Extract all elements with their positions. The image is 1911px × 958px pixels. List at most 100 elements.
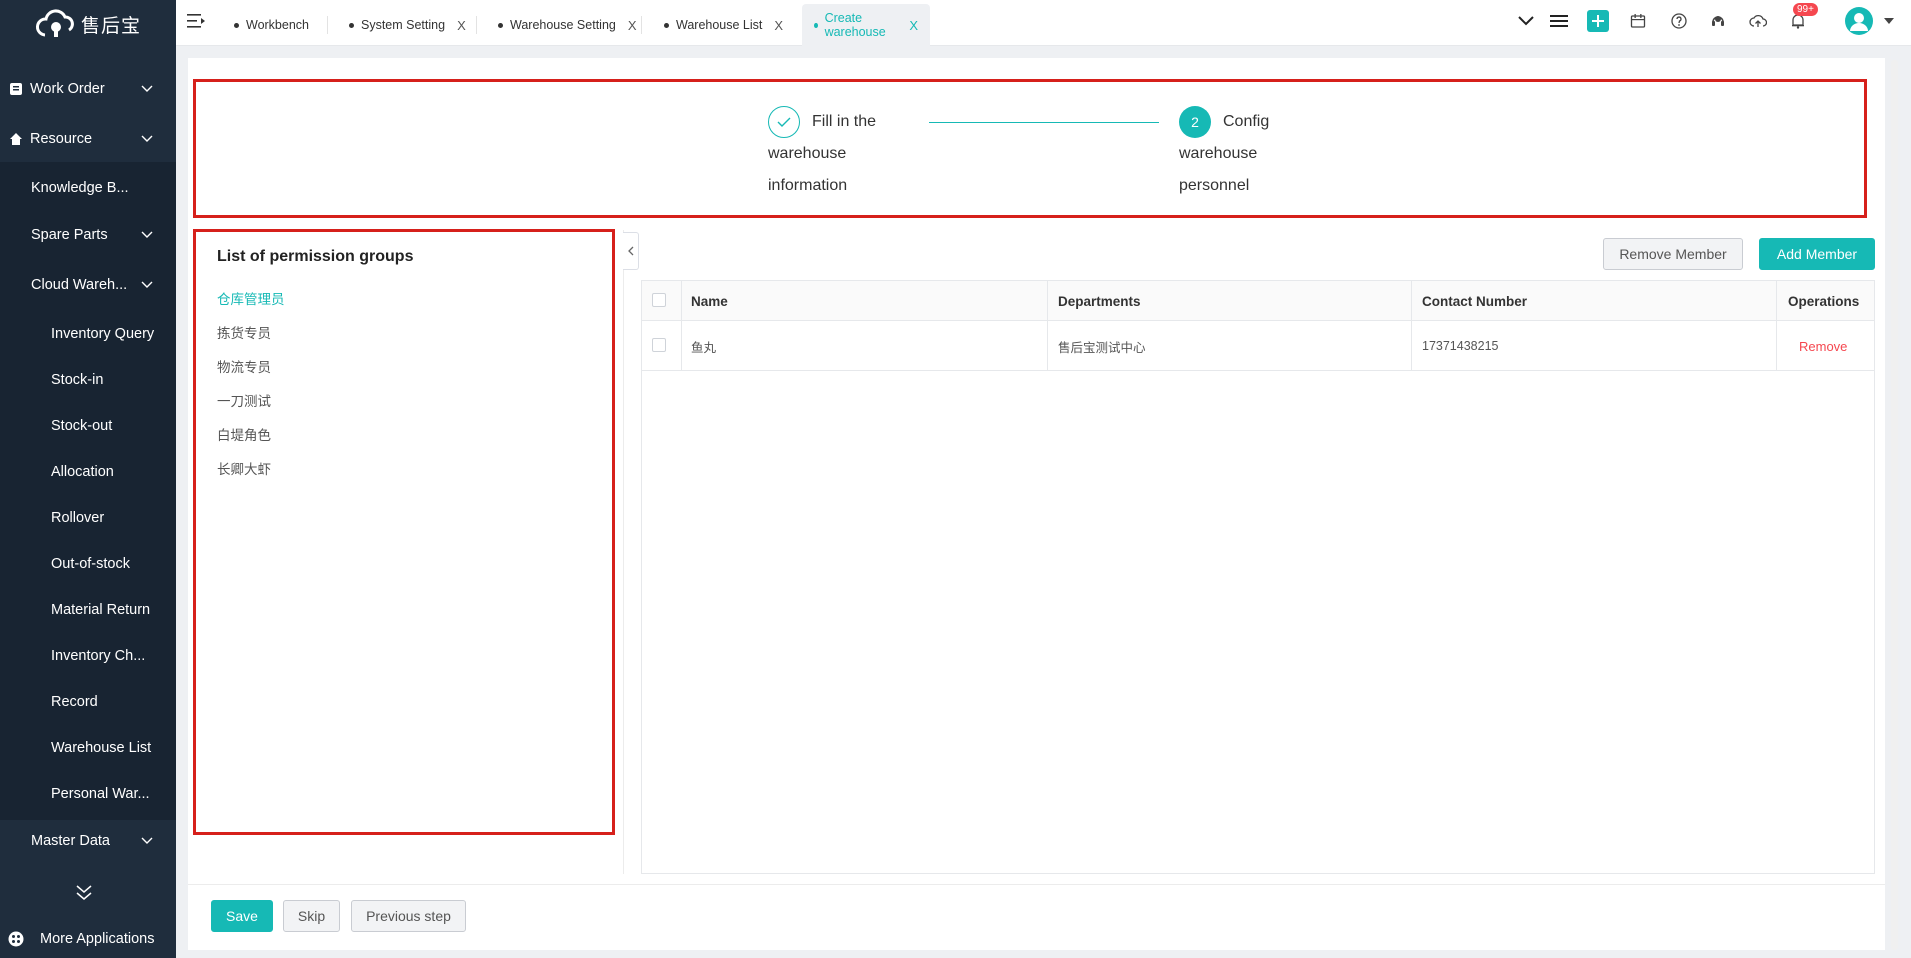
panel-divider: [623, 230, 624, 874]
tab-create-warehouse[interactable]: Create warehouse X: [802, 4, 930, 46]
permission-group-item[interactable]: 仓库管理员: [217, 288, 285, 308]
cloud-logo-icon: [35, 9, 74, 37]
column-header-name: Name: [691, 293, 728, 309]
app-logo[interactable]: 售后宝: [0, 0, 176, 48]
row-checkbox[interactable]: [652, 338, 666, 352]
footer-divider: [188, 884, 1885, 885]
close-icon[interactable]: X: [774, 18, 783, 33]
help-icon[interactable]: [1669, 11, 1689, 31]
sidebar-item-stock-out[interactable]: Stock-out: [0, 403, 176, 449]
column-divider: [1776, 281, 1777, 371]
double-chevron-down-icon[interactable]: [74, 884, 94, 902]
tab-dot: [664, 22, 669, 28]
sidebar-item-cloud-warehouse[interactable]: Cloud Wareh...: [0, 262, 176, 308]
step2-title-line2: warehouse: [1179, 145, 1258, 162]
sidebar-item-record[interactable]: Record: [0, 679, 176, 725]
tab-warehouse-setting[interactable]: Warehouse Setting X: [486, 4, 649, 46]
remove-member-button[interactable]: Remove Member: [1603, 238, 1743, 270]
sidebar-item-spare-parts[interactable]: Spare Parts: [0, 212, 176, 258]
sidebar-item-label: Rollover: [51, 510, 105, 526]
tab-label: Warehouse List: [676, 18, 763, 32]
skip-button[interactable]: Skip: [283, 900, 340, 932]
chevron-down-icon: [136, 135, 158, 143]
sidebar-item-label: Cloud Wareh...: [31, 277, 128, 293]
add-icon[interactable]: [1587, 10, 1609, 32]
sidebar-item-knowledge-base[interactable]: Knowledge B...: [0, 165, 176, 211]
sidebar-item-allocation[interactable]: Allocation: [0, 449, 176, 495]
sidebar-item-inventory-check[interactable]: Inventory Ch...: [0, 633, 176, 679]
tab-dot: [814, 22, 818, 28]
select-all-checkbox[interactable]: [652, 293, 666, 307]
steps-highlight-box: [193, 79, 1867, 218]
sidebar-item-label: Resource: [30, 131, 93, 147]
sidebar-item-work-order[interactable]: Work Order: [0, 66, 176, 112]
add-member-button[interactable]: Add Member: [1759, 238, 1875, 270]
calendar-icon[interactable]: [1628, 11, 1648, 31]
step1-title-line2: warehouse: [768, 145, 847, 162]
permission-group-item[interactable]: 物流专员: [217, 356, 271, 376]
scrollbar[interactable]: [1891, 60, 1898, 950]
previous-step-button[interactable]: Previous step: [351, 900, 466, 932]
step-connector: [929, 122, 1159, 123]
close-icon[interactable]: X: [909, 18, 918, 33]
apps-icon: [8, 931, 24, 947]
collapse-panel-button[interactable]: [623, 232, 639, 270]
sidebar-item-resource[interactable]: Resource: [0, 116, 176, 162]
cell-contact-number: 17371438215: [1422, 339, 1499, 353]
tab-label: System Setting: [361, 18, 446, 32]
close-icon[interactable]: X: [457, 18, 466, 33]
tab-workbench[interactable]: Workbench: [222, 4, 321, 46]
sidebar-item-master-data[interactable]: Master Data: [0, 818, 176, 864]
sidebar-item-label: Inventory Query: [51, 326, 155, 342]
sidebar-item-rollover[interactable]: Rollover: [0, 495, 176, 541]
sidebar-item-label: Spare Parts: [31, 227, 108, 243]
table-header: [642, 281, 1874, 321]
permission-group-item[interactable]: 一刀测试: [217, 390, 271, 410]
remove-row-link[interactable]: Remove: [1799, 322, 1847, 370]
cloud-upload-icon[interactable]: [1748, 11, 1768, 31]
caret-down-icon[interactable]: [1879, 11, 1899, 31]
tab-dot: [498, 22, 503, 28]
sidebar-item-label: Personal War...: [51, 786, 150, 802]
sidebar-item-label: Inventory Ch...: [51, 648, 146, 664]
column-divider: [1411, 281, 1412, 371]
customer-service-icon[interactable]: [1708, 11, 1728, 31]
step1-title-line3: information: [768, 177, 848, 194]
sidebar-item-personal-warehouse[interactable]: Personal War...: [0, 771, 176, 817]
column-header-departments: Departments: [1058, 293, 1141, 309]
tab-label: Create warehouse: [824, 11, 886, 39]
permission-group-item[interactable]: 拣货专员: [217, 322, 271, 342]
sidebar-item-out-of-stock[interactable]: Out-of-stock: [0, 541, 176, 587]
chevron-down-icon[interactable]: [1516, 11, 1536, 31]
step2-number: 2: [1179, 106, 1211, 138]
sidebar-item-inventory-query[interactable]: Inventory Query: [0, 311, 176, 357]
tab-system-setting[interactable]: System Setting X: [337, 4, 478, 46]
column-divider: [681, 281, 682, 371]
sidebar-item-material-return[interactable]: Material Return: [0, 587, 176, 633]
permission-groups-title: List of permission groups: [217, 248, 414, 265]
step2-title-line1: Config: [1223, 113, 1270, 130]
permission-groups-highlight-box: [193, 229, 615, 835]
home-icon: [8, 131, 24, 147]
avatar[interactable]: [1844, 6, 1874, 36]
more-applications[interactable]: More Applications: [0, 920, 176, 958]
save-button[interactable]: Save: [211, 900, 273, 932]
permission-group-item[interactable]: 白堤角色: [217, 424, 271, 444]
sidebar-item-stock-in[interactable]: Stock-in: [0, 357, 176, 403]
chevron-down-icon: [136, 837, 158, 845]
chevron-down-icon: [136, 231, 158, 239]
more-applications-label: More Applications: [40, 931, 155, 947]
sidebar-item-label: Out-of-stock: [51, 556, 130, 572]
tab-divider: [641, 16, 642, 34]
tab-warehouse-list[interactable]: Warehouse List X: [652, 4, 795, 46]
tab-dot: [349, 22, 354, 28]
column-header-contact-number: Contact Number: [1422, 293, 1528, 309]
close-icon[interactable]: X: [628, 18, 637, 33]
list-menu-icon[interactable]: [1549, 11, 1569, 31]
logo-text: 售后宝: [80, 15, 141, 37]
sidebar-item-label: Record: [51, 694, 98, 710]
menu-fold-icon[interactable]: [186, 12, 206, 30]
step1-title-line1: Fill in the: [812, 113, 877, 130]
permission-group-item[interactable]: 长卿大虾: [217, 458, 271, 478]
sidebar-item-warehouse-list[interactable]: Warehouse List: [0, 725, 176, 771]
